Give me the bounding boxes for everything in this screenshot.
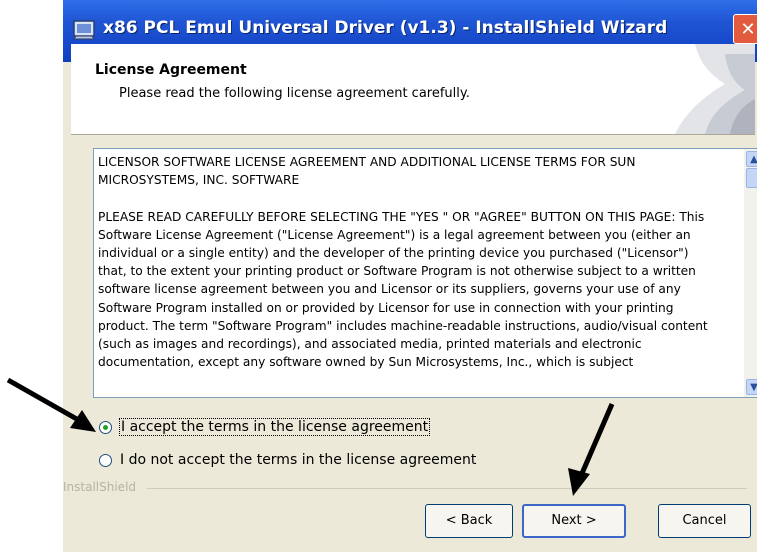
close-button[interactable]: ✕ <box>733 14 757 44</box>
accept-option[interactable]: I accept the terms in the license agreem… <box>99 418 431 436</box>
scroll-down-arrow-icon[interactable]: ▼ <box>746 379 757 395</box>
wizard-banner-graphic <box>675 44 755 134</box>
page-subtitle: Please read the following license agreem… <box>119 86 470 101</box>
license-text: LICENSOR SOFTWARE LICENSE AGREEMENT AND … <box>98 155 708 370</box>
pointer-arrow-to-next-icon <box>568 403 615 496</box>
next-button[interactable]: Next > <box>522 504 626 538</box>
installshield-wizard-window: x86 PCL Emul Universal Driver (v1.3) - I… <box>63 0 757 552</box>
brand-divider <box>147 488 747 489</box>
wizard-header: License Agreement Please read the follow… <box>71 44 755 135</box>
pointer-arrow-to-accept-icon <box>6 377 96 432</box>
license-agreement-textbox[interactable]: LICENSOR SOFTWARE LICENSE AGREEMENT AND … <box>93 148 757 398</box>
installshield-brand: InstallShield <box>63 480 141 494</box>
scroll-up-arrow-icon[interactable]: ▲ <box>746 151 757 167</box>
decline-option[interactable]: I do not accept the terms in the license… <box>99 452 476 468</box>
window-title: x86 PCL Emul Universal Driver (v1.3) - I… <box>103 18 668 38</box>
license-scrollbar[interactable]: ▲ ▼ <box>744 149 757 397</box>
accept-radio[interactable] <box>99 420 112 434</box>
scroll-thumb[interactable] <box>746 168 757 188</box>
decline-radio[interactable] <box>99 453 112 467</box>
page-title: License Agreement <box>95 62 247 78</box>
installer-icon <box>73 20 95 40</box>
decline-label[interactable]: I do not accept the terms in the license… <box>120 452 476 468</box>
accept-label[interactable]: I accept the terms in the license agreem… <box>118 418 431 436</box>
back-button[interactable]: < Back <box>425 504 513 538</box>
cancel-button[interactable]: Cancel <box>658 504 751 538</box>
